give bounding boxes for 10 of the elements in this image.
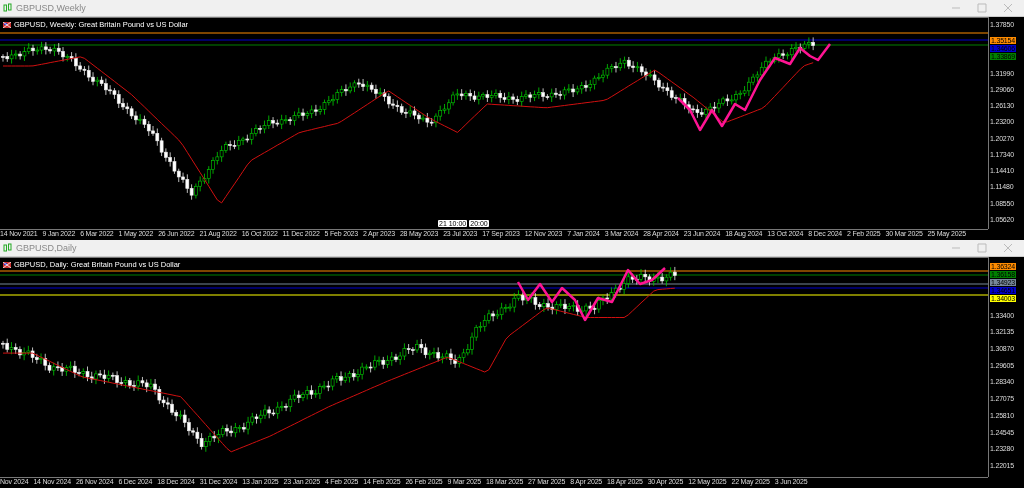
chart-icon: [3, 3, 12, 13]
close-icon[interactable]: [1002, 242, 1014, 254]
maximize-icon[interactable]: [976, 242, 988, 254]
window-title: GBPUSD,Weekly: [16, 3, 86, 13]
maximize-icon[interactable]: [976, 2, 988, 14]
close-icon[interactable]: [1002, 2, 1014, 14]
window-title: GBPUSD,Daily: [16, 243, 77, 253]
flag-icon: [3, 261, 11, 268]
chart-icon: [3, 243, 12, 253]
flag-icon: [3, 21, 11, 28]
